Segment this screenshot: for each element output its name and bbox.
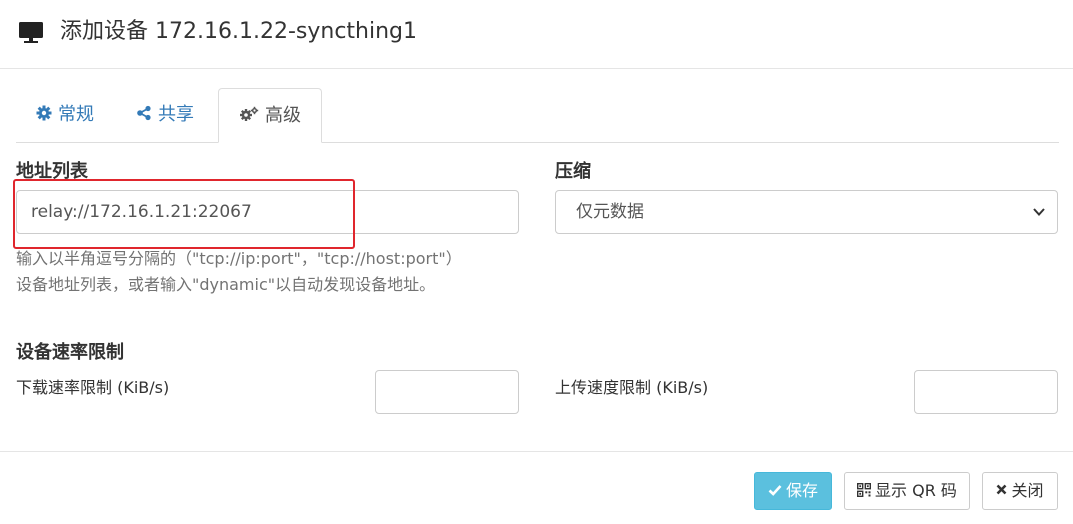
rate-limit-heading: 设备速率限制 [16, 342, 124, 363]
save-button-label: 保存 [785, 481, 818, 500]
show-qr-code-button[interactable]: 显示 QR 码 [844, 472, 970, 510]
qrcode-icon [857, 482, 872, 497]
modal-footer: 保存 显示 QR 码 关闭 [0, 451, 1073, 524]
close-icon [997, 484, 1007, 495]
modal-title: 添加设备 172.16.1.22-syncthing1 [60, 19, 417, 44]
download-rate-label: 下载速率限制 (KiB/s) [16, 378, 170, 397]
address-list-input[interactable]: relay://172.16.1.21:22067 [16, 190, 519, 234]
address-help-text: 输入以半角逗号分隔的（"tcp://ip:port"，"tcp://host:p… [16, 246, 462, 298]
tab-general[interactable]: 常规 [36, 88, 94, 142]
compression-select[interactable]: 仅元数据 [555, 190, 1058, 234]
address-list-label: 地址列表 [16, 161, 88, 182]
check-icon [768, 484, 782, 496]
tab-advanced[interactable]: 高级 [218, 88, 322, 143]
monitor-icon [19, 22, 43, 43]
tab-general-label: 常规 [58, 104, 94, 125]
address-help-line-1: 输入以半角逗号分隔的（"tcp://ip:port"，"tcp://host:p… [16, 249, 462, 268]
show-qr-code-label: 显示 QR 码 [875, 481, 957, 500]
save-button[interactable]: 保存 [754, 472, 832, 510]
tab-advanced-label: 高级 [265, 105, 301, 126]
share-icon [137, 105, 151, 121]
download-rate-input[interactable] [375, 370, 519, 414]
gears-icon [240, 106, 259, 121]
gear-icon [36, 105, 52, 121]
upload-rate-input[interactable] [914, 370, 1058, 414]
address-help-line-2: 设备地址列表，或者输入"dynamic"以自动发现设备地址。 [16, 275, 436, 294]
tab-sharing-label: 共享 [158, 104, 194, 125]
chevron-down-icon [1033, 208, 1045, 216]
tab-sharing[interactable]: 共享 [136, 88, 194, 142]
close-button[interactable]: 关闭 [982, 472, 1058, 510]
upload-rate-label: 上传速度限制 (KiB/s) [555, 378, 709, 397]
modal-header: 添加设备 172.16.1.22-syncthing1 [0, 0, 1073, 69]
compression-label: 压缩 [555, 161, 591, 182]
tab-bar: 常规 共享 高级 [16, 88, 1059, 143]
close-button-label: 关闭 [1011, 481, 1044, 500]
compression-selected-value: 仅元数据 [576, 202, 644, 222]
